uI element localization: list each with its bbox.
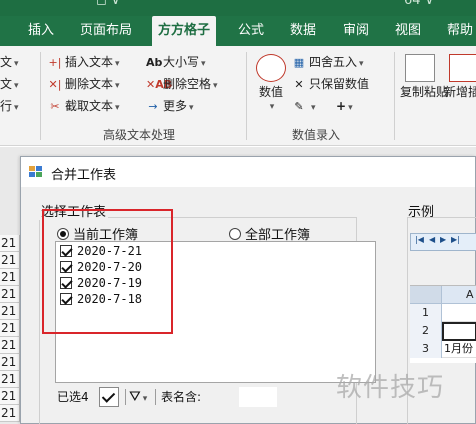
example-column-header: A bbox=[410, 286, 476, 304]
text-group-label: 高级文本处理 bbox=[103, 128, 176, 142]
keep-value-icon: ✕ bbox=[294, 78, 304, 91]
example-corner bbox=[410, 286, 442, 303]
toolbar-separator bbox=[155, 389, 156, 405]
row-header[interactable]: 21 bbox=[0, 354, 20, 371]
example-row-number: 1 bbox=[410, 304, 442, 322]
number-group-label: 数值录入 bbox=[292, 128, 341, 142]
example-grid: A 1 2 3 1月份 bbox=[410, 285, 476, 363]
number-button[interactable]: 数值 ▾ bbox=[254, 54, 288, 115]
case-button[interactable]: Ab大小写 ▾ bbox=[146, 52, 206, 72]
watermark: 软件技巧 bbox=[336, 373, 445, 403]
dialog-title: 合并工作表 bbox=[51, 168, 117, 183]
row-header[interactable]: 21 bbox=[0, 235, 20, 252]
extract-text-button[interactable]: ✂ 截取文本 ▾ bbox=[48, 96, 119, 116]
tab-formulas[interactable]: 公式 bbox=[238, 16, 264, 46]
tab-insert[interactable]: 插入 bbox=[28, 16, 54, 46]
insert-text-icon: +| bbox=[48, 56, 62, 69]
fill-button[interactable]: ✎ ▾ bbox=[292, 96, 315, 116]
round-button[interactable]: ▦ 四舍五入 ▾ bbox=[292, 52, 364, 72]
toolbar-separator bbox=[125, 389, 126, 405]
keep-value-button[interactable]: ✕ 只保留数值 bbox=[292, 74, 369, 94]
ribbon-cut-item-1[interactable]: 文 ▾ bbox=[0, 52, 19, 72]
dialog-title-bar[interactable]: 合并工作表 bbox=[21, 157, 475, 187]
last-sheet-icon: ▶| bbox=[451, 235, 460, 244]
row-header[interactable]: 21 bbox=[0, 371, 20, 388]
tab-review[interactable]: 审阅 bbox=[343, 16, 369, 46]
row-header[interactable]: 21 bbox=[0, 286, 20, 303]
number-icon bbox=[256, 54, 286, 82]
table-name-input[interactable] bbox=[239, 387, 277, 407]
arrow-right-icon: → bbox=[148, 100, 158, 113]
selected-count: 已选4 bbox=[57, 390, 89, 404]
tab-help[interactable]: 帮助 bbox=[447, 16, 473, 46]
ribbon-separator bbox=[40, 52, 41, 140]
example-column-a: A bbox=[466, 288, 474, 301]
ribbon-tab-bar: 插入 页面布局 方方格子 公式 数据 审阅 视图 帮助 bbox=[0, 16, 476, 46]
ribbon-separator bbox=[246, 52, 247, 140]
insert-text-button[interactable]: +| 插入文本 ▾ bbox=[48, 52, 120, 72]
title-bar: ◻ ∨ 64 ∨ bbox=[0, 0, 476, 16]
row-header[interactable]: 21 bbox=[0, 320, 20, 337]
ribbon-cut-item-2[interactable]: 文 ▾ bbox=[0, 74, 19, 94]
table-name-label: 表名含: bbox=[161, 390, 202, 404]
annotation-highlight-box bbox=[42, 209, 173, 334]
row-header[interactable]: 21 bbox=[0, 269, 20, 286]
app-icon bbox=[29, 166, 43, 178]
first-sheet-icon: |◀ bbox=[415, 235, 424, 244]
row-header[interactable]: 21 bbox=[0, 388, 20, 405]
delete-spaces-button[interactable]: ✕AB删除空格 ▾ bbox=[146, 74, 218, 94]
delete-spaces-icon: ✕AB bbox=[146, 78, 173, 91]
round-icon: ▦ bbox=[293, 56, 305, 69]
example-row: 1 bbox=[410, 304, 476, 322]
example-cell: 1月份 bbox=[444, 342, 473, 355]
tab-fangfang[interactable]: 方方格子 bbox=[152, 16, 217, 46]
tab-page-layout[interactable]: 页面布局 bbox=[80, 16, 132, 46]
row-header[interactable]: 21 bbox=[0, 303, 20, 320]
example-selection bbox=[442, 322, 476, 341]
quick-access-icon: ◻ ∨ bbox=[96, 0, 121, 8]
ribbon-separator bbox=[394, 52, 395, 140]
insert-row-icon bbox=[449, 54, 476, 82]
delete-text-icon: ✕| bbox=[48, 78, 62, 91]
row-header[interactable]: 21 bbox=[0, 405, 20, 422]
prev-sheet-icon: ◀ bbox=[429, 235, 436, 244]
extract-text-icon: ✂ bbox=[50, 100, 60, 113]
edit-icon: ✎ bbox=[294, 100, 304, 113]
case-icon: Ab bbox=[146, 56, 163, 69]
tab-data[interactable]: 数据 bbox=[290, 16, 316, 46]
ribbon: 文 ▾ 文 ▾ 行 ▾ +| 插入文本 ▾ ✕| 删除文本 ▾ ✂ 截取文本 ▾ Ab大小写 ▾ ✕… bbox=[0, 46, 476, 146]
copy-paste-button[interactable]: 复制粘贴 bbox=[400, 54, 448, 100]
tab-view[interactable]: 视图 bbox=[395, 16, 421, 46]
row-header[interactable]: 21 bbox=[0, 252, 20, 269]
account-icon: 64 ∨ bbox=[404, 0, 435, 8]
row-header[interactable]: 21 bbox=[0, 337, 20, 354]
new-insert-button[interactable]: 新增插入 bbox=[444, 54, 476, 100]
example-row: 3 1月份 bbox=[410, 340, 476, 358]
ribbon-cut-item-3[interactable]: 行 ▾ bbox=[0, 96, 19, 116]
next-sheet-icon: ▶ bbox=[440, 235, 447, 244]
select-all-button[interactable] bbox=[99, 387, 119, 407]
example-sheet-tabs: |◀ ◀ ▶ ▶| bbox=[410, 233, 476, 251]
example-row-number: 2 bbox=[410, 322, 442, 340]
example-row-number: 3 bbox=[410, 340, 442, 358]
filter-icon: ⛛ bbox=[129, 389, 141, 405]
radio-empty-icon bbox=[229, 228, 241, 240]
plus-button[interactable]: + ▾ bbox=[336, 96, 353, 116]
delete-text-button[interactable]: ✕| 删除文本 ▾ bbox=[48, 74, 120, 94]
clipboard-icon bbox=[405, 54, 435, 82]
filter-dropdown-button[interactable]: ⛛ ▾ bbox=[129, 387, 147, 407]
more-button[interactable]: → 更多 ▾ bbox=[146, 96, 193, 116]
